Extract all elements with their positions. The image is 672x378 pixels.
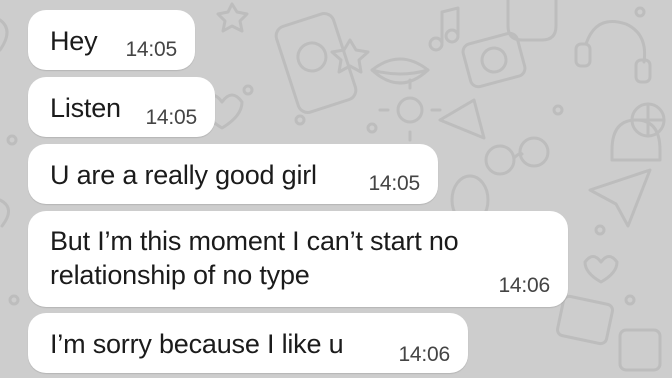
message-bubble[interactable]: U are a really good girl 14:05: [28, 144, 438, 204]
message-bubble[interactable]: I’m sorry because I like u 14:06: [28, 313, 468, 373]
message-text: Listen: [50, 93, 121, 123]
message-timestamp: 14:06: [398, 343, 450, 366]
message-bubble[interactable]: Listen 14:05: [28, 77, 215, 137]
message-bubble[interactable]: Hey 14:05: [28, 10, 195, 70]
message-text: U are a really good girl: [50, 160, 317, 190]
message-timestamp: 14:05: [145, 106, 197, 129]
message-text: Hey: [50, 26, 98, 56]
chat-thread: Hey 14:05 Listen 14:05 U are a really go…: [0, 0, 672, 378]
message-timestamp: 14:06: [498, 274, 550, 297]
message-timestamp: 14:05: [368, 172, 420, 195]
message-bubble[interactable]: But I’m this moment I can’t start no rel…: [28, 211, 568, 307]
message-text: I’m sorry because I like u: [50, 329, 344, 359]
message-timestamp: 14:05: [125, 38, 177, 61]
message-text: But I’m this moment I can’t start no rel…: [50, 226, 459, 290]
